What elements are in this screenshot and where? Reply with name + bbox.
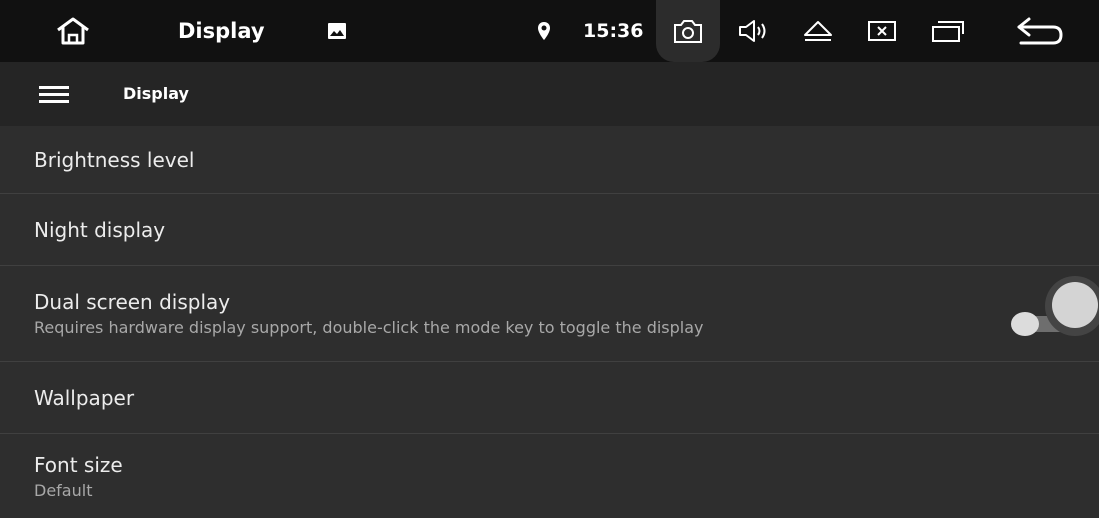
back-button[interactable]: [1010, 0, 1070, 62]
settings-list: Brightness level Night display Dual scre…: [0, 126, 1099, 518]
location-pin-icon: [538, 22, 550, 40]
volume-icon: [739, 20, 766, 42]
toggle-knob: [1052, 282, 1098, 328]
volume-button[interactable]: [733, 0, 773, 62]
setting-night-display[interactable]: Night display: [0, 194, 1099, 266]
eject-icon: [804, 21, 832, 41]
setting-title: Night display: [34, 217, 166, 242]
setting-subtitle: Default: [34, 480, 93, 500]
setting-dual-screen-display[interactable]: Dual screen display Requires hardware di…: [0, 266, 1099, 362]
clock: 15:36: [583, 20, 644, 42]
location-indicator: [532, 0, 556, 62]
setting-title: Brightness level: [34, 147, 195, 172]
setting-title: Font size: [34, 452, 123, 477]
hamburger-menu-icon: [39, 86, 69, 103]
status-bar: Display 15:36: [0, 0, 1099, 62]
close-box-icon: [868, 21, 896, 41]
dual-screen-toggle[interactable]: [1005, 276, 1099, 352]
setting-subtitle: Requires hardware display support, doubl…: [34, 318, 704, 337]
setting-wallpaper[interactable]: Wallpaper: [0, 362, 1099, 434]
camera-icon: [674, 20, 702, 43]
image-notification: [322, 0, 352, 62]
recent-apps-button[interactable]: [926, 0, 970, 62]
app-toolbar: Display: [0, 62, 1099, 126]
menu-button[interactable]: [34, 62, 74, 126]
eject-button[interactable]: [798, 0, 838, 62]
image-icon: [328, 23, 346, 39]
setting-brightness-level[interactable]: Brightness level: [0, 126, 1099, 194]
page-title: Display: [123, 84, 189, 103]
home-button[interactable]: [48, 0, 98, 62]
recent-apps-icon: [932, 21, 964, 42]
setting-title: Dual screen display: [34, 290, 231, 314]
back-icon: [1017, 17, 1063, 45]
setting-font-size[interactable]: Font size Default: [0, 434, 1099, 518]
setting-title: Wallpaper: [34, 385, 135, 410]
close-app-button[interactable]: [862, 0, 902, 62]
status-bar-title: Display: [178, 19, 265, 43]
screenshot-button[interactable]: [656, 0, 720, 62]
toggle-knob-shadow: [1011, 312, 1039, 336]
home-icon: [57, 17, 89, 45]
